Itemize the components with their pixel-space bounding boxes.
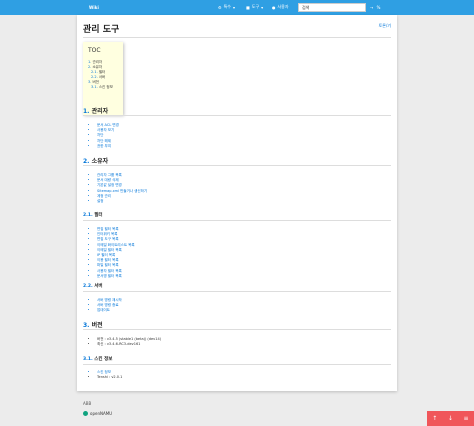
scroll-up-button[interactable]: ↑ [427,411,443,426]
nav-tools-menu[interactable]: ■ 도구 ▾ [246,4,263,10]
server-link-list: 서버 명령 재시작 서버 명령 종료 업데이트 [92,298,122,314]
list-item[interactable]: 권한 부여 [97,144,119,149]
toc-item[interactable]: 3.1. 스킨 정보 [88,85,118,90]
scroll-controls: ↑ ↓ ≡ [427,411,474,426]
divider [83,291,391,292]
section-heading-owner: 2. 소유자 [83,158,109,165]
list-item: Tenshi : v2.0.1 [97,375,122,380]
divider [83,220,391,221]
gear-icon: ⚙ [218,4,222,10]
divider [83,364,391,365]
section-heading-admin: 1. 관리자 [83,108,109,115]
toc-title: TOC [88,47,101,54]
table-of-contents: TOC 1. 관리자 2. 소유자 2.1. 필터 2.2. 서버 3. 버전 … [83,42,123,115]
section-heading-skin-info: 3.1. 스킨 정보 [83,357,113,362]
nav-special-label: 특수 [223,4,231,9]
wrench-icon: ■ [246,4,250,10]
history-link[interactable]: 토론/기 [379,23,391,29]
page-title: 관리 도구 [83,25,120,35]
owner-link-list: 관리자 그룹 목록 문서 대량 삭제 기본값 설정 변경 Sitemap.xml… [92,173,147,204]
nav-user-menu[interactable]: ● 사용자 [272,4,289,10]
skin-info-list: 스킨 정보 Tenshi : v2.0.1 [92,370,122,380]
top-navbar: Wiki ⚙ 특수 ▾ ■ 도구 ▾ ● 사용자 검색 → % [0,0,474,15]
footer-label: ABB [83,401,92,406]
opennamu-logo-icon [83,411,88,416]
nav-tools-label: 도구 [251,4,260,9]
filter-link-list: 편집 필터 목록 인터위키 목록 편집 도구 목록 이메일 화이트리스트 목록 … [92,227,135,279]
section-heading-filter: 2.1. 필터 [83,213,103,218]
section-heading-version: 3. 버전 [83,322,103,329]
admin-link-list: 문서 ACL 변경 사용자 보기 차단 차단 해제 권한 부여 [92,123,119,149]
list-item[interactable]: 문서명 필터 목록 [97,274,135,279]
divider [83,165,391,166]
footer-logo-text: openNAMU [90,411,113,416]
list-item[interactable]: 설정 [97,199,147,204]
chevron-down-icon: ▾ [232,4,235,10]
search-go-button[interactable]: → [368,3,375,12]
nav-user-label: 사용자 [277,4,289,9]
brand-link[interactable]: Wiki [89,5,99,10]
search-random-button[interactable]: % [375,3,382,12]
nav-special-menu[interactable]: ⚙ 특수 ▾ [218,4,235,10]
search-input[interactable]: 검색 [298,3,366,12]
version-info-list: 버전 : v3.4.5 (stable1 (beta)) (dev14) 최신 … [92,337,161,347]
user-icon: ● [272,4,276,10]
list-item: 최신 : v3.4.6-RC3-dev161 [97,342,161,347]
divider [83,329,391,330]
footer-logo[interactable]: openNAMU [83,411,112,416]
divider [83,37,391,38]
menu-icon[interactable]: ≡ [458,411,474,426]
chevron-down-icon: ▾ [261,4,264,10]
section-heading-server: 2.2. 서버 [83,284,103,289]
scroll-down-button[interactable]: ↓ [443,411,459,426]
list-item[interactable]: 업데이트 [97,308,122,313]
main-content: 관리 도구 토론/기 TOC 1. 관리자 2. 소유자 2.1. 필터 2.2… [77,15,397,391]
divider [83,115,391,116]
